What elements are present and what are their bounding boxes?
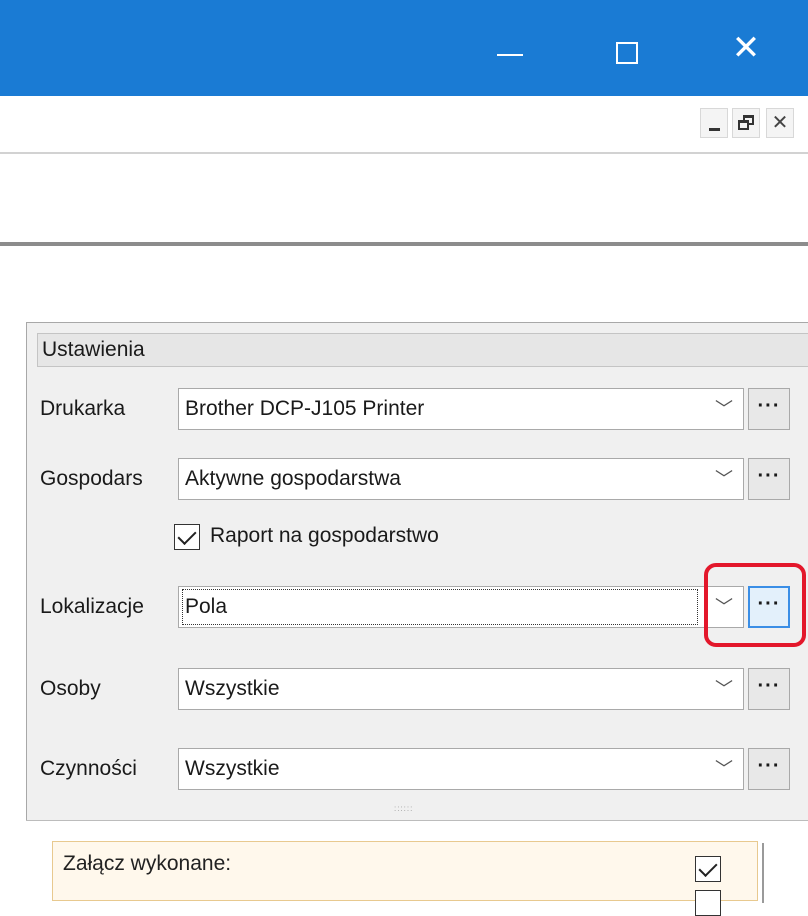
printer-browse-button[interactable]: ···: [748, 388, 790, 430]
window-minimize-button[interactable]: [460, 0, 560, 96]
farm-report-checkbox[interactable]: [174, 524, 200, 550]
field-label-gospodarstwa: Gospodars: [40, 467, 143, 490]
window-close-button[interactable]: ✕: [696, 0, 796, 96]
activities-combo[interactable]: Wszystkie ﹀: [178, 748, 744, 790]
field-row-czynnosci: Czynności Wszystkie ﹀ ···: [26, 744, 808, 792]
chevron-down-icon[interactable]: ﹀: [709, 669, 739, 709]
farm-combo-value: Aktywne gospodarstwa: [185, 467, 401, 490]
location-combo-value: Pola: [182, 589, 698, 625]
attach-completed-label: Załącz wykonane:: [63, 852, 232, 875]
field-label-drukarka: Drukarka: [40, 397, 126, 420]
settings-group-header: Ustawienia: [37, 333, 808, 367]
chevron-down-icon[interactable]: ﹀: [709, 389, 739, 429]
mdi-minimize-button[interactable]: [700, 108, 728, 138]
highlight-annotation: [704, 563, 806, 647]
attach-completed-field: Załącz wykonane:: [52, 841, 758, 916]
scrollbar[interactable]: [762, 843, 764, 903]
splitter-grip[interactable]: ::::::: [394, 805, 428, 813]
activities-combo-value: Wszystkie: [185, 757, 280, 780]
printer-combo[interactable]: Brother DCP-J105 Printer ﹀: [178, 388, 744, 430]
printer-combo-value: Brother DCP-J105 Printer: [185, 397, 425, 420]
window-titlebar: ✕: [0, 0, 808, 96]
mdi-control-bar: ✕: [0, 96, 808, 154]
farm-browse-button[interactable]: ···: [748, 458, 790, 500]
farm-report-checkbox-label: Raport na gospodarstwo: [210, 524, 439, 547]
window-maximize-button[interactable]: [578, 0, 678, 96]
restore-icon-back: [738, 120, 749, 130]
field-label-czynnosci: Czynności: [40, 757, 137, 780]
options-box: Załącz wykonane:: [26, 820, 808, 916]
attach-completed-checkbox[interactable]: [695, 856, 721, 882]
next-option-checkbox[interactable]: [695, 890, 721, 916]
persons-browse-button[interactable]: ···: [748, 668, 790, 710]
activities-browse-button[interactable]: ···: [748, 748, 790, 790]
field-row-drukarka: Drukarka Brother DCP-J105 Printer ﹀ ···: [26, 384, 808, 432]
field-row-lokalizacje: Lokalizacje Pola ﹀ ···: [26, 582, 808, 630]
close-icon: ✕: [731, 29, 761, 67]
chevron-down-icon[interactable]: ﹀: [709, 749, 739, 789]
toolbar-separator: [0, 242, 808, 246]
field-label-lokalizacje: Lokalizacje: [40, 595, 144, 618]
close-icon: ✕: [771, 112, 789, 134]
mdi-close-button[interactable]: ✕: [766, 108, 794, 138]
chevron-down-icon[interactable]: ﹀: [709, 459, 739, 499]
field-row-osoby: Osoby Wszystkie ﹀ ···: [26, 664, 808, 712]
persons-combo-value: Wszystkie: [185, 677, 280, 700]
location-combo[interactable]: Pola ﹀: [178, 586, 744, 628]
field-label-osoby: Osoby: [40, 677, 101, 700]
mdi-restore-button[interactable]: [732, 108, 760, 138]
field-row-gospodarstwa: Gospodars Aktywne gospodarstwa ﹀ ···: [26, 454, 808, 502]
persons-combo[interactable]: Wszystkie ﹀: [178, 668, 744, 710]
farm-combo[interactable]: Aktywne gospodarstwa ﹀: [178, 458, 744, 500]
